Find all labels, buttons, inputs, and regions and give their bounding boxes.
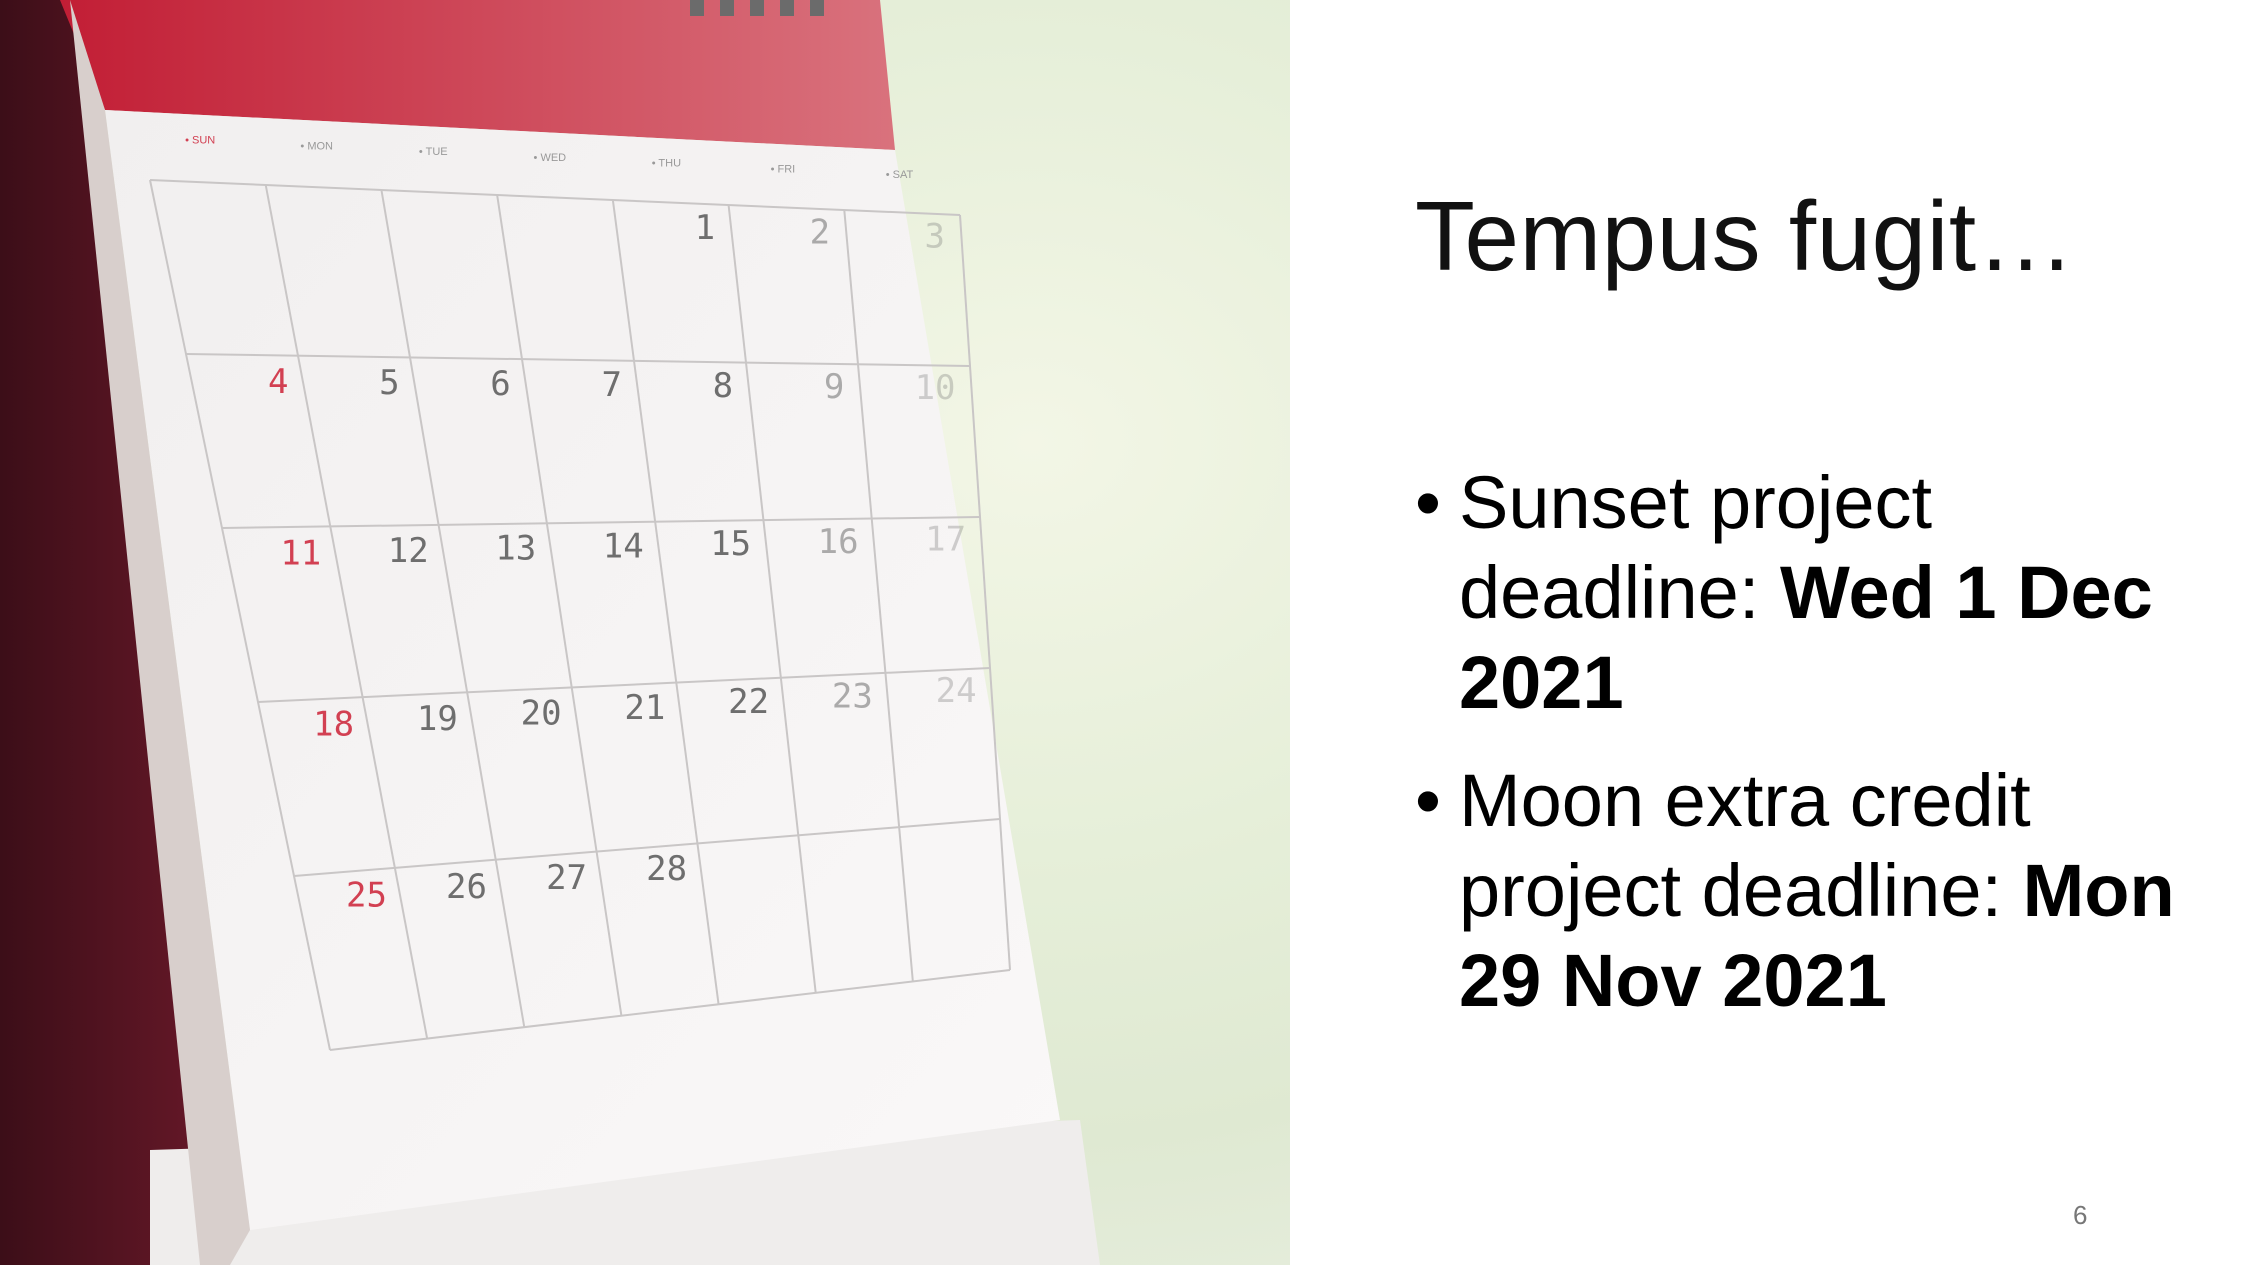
calendar-day-number: 28 [646, 849, 687, 889]
calendar-day-number: 20 [521, 693, 562, 733]
slide-title: Tempus fugit… [1415, 181, 2076, 291]
calendar-day-header: • SUN [185, 135, 215, 147]
calendar-day-number: 2 [810, 212, 830, 252]
calendar-day-number: 18 [313, 705, 354, 745]
calendar-day-number: 7 [601, 365, 621, 405]
calendar-day-number: 8 [713, 366, 733, 406]
calendar-day-header: • MON [300, 140, 333, 152]
calendar-day-number: 24 [936, 671, 977, 711]
calendar-day-number: 15 [710, 524, 751, 564]
slide: • SUN • MON • TUE • WED • THU • FRI • SAT 1234… [0, 0, 2249, 1265]
bullet-glyph: • [1415, 759, 1441, 842]
calendar-day-header: • TUE [419, 146, 448, 158]
bullet-text: Moon extra credit project deadline: [1459, 759, 2031, 932]
calendar-day-number: 3 [924, 217, 944, 257]
bullet-list: • Sunset project deadline: Wed 1 Dec 202… [1415, 458, 2235, 1054]
bullet-item-sunset: • Sunset project deadline: Wed 1 Dec 202… [1415, 458, 2235, 728]
calendar-day-number: 14 [603, 526, 644, 566]
calendar-day-number: 10 [915, 368, 956, 408]
calendar-day-number: 25 [346, 876, 387, 916]
calendar-day-number: 6 [490, 364, 510, 404]
calendar-day-number: 23 [832, 677, 873, 717]
calendar-day-number: 9 [824, 367, 844, 407]
calendar-day-number: 27 [546, 858, 587, 898]
calendar-day-number: 26 [446, 867, 487, 907]
bullet-glyph: • [1415, 461, 1441, 544]
calendar-day-header: • SAT [886, 169, 914, 181]
calendar-day-number: 22 [728, 682, 769, 722]
calendar-day-number: 4 [268, 362, 288, 402]
calendar-photo: • SUN • MON • TUE • WED • THU • FRI • SAT 1234… [0, 0, 1290, 1265]
bullet-item-moon: • Moon extra credit project deadline: Mo… [1415, 756, 2235, 1026]
page-number: 6 [2073, 1200, 2088, 1230]
calendar-day-header: • WED [534, 152, 567, 164]
calendar-day-number: 12 [388, 531, 429, 571]
calendar-day-number: 11 [280, 533, 321, 573]
calendar-day-number: 19 [417, 699, 458, 739]
calendar-day-header: • THU [652, 158, 681, 170]
calendar-day-number: 13 [495, 529, 536, 569]
calendar-day-number: 17 [925, 520, 966, 560]
calendar-day-number: 5 [379, 363, 399, 403]
calendar-day-number: 16 [818, 522, 859, 562]
calendar-illustration: • SUN • MON • TUE • WED • THU • FRI • SAT 1 2 34… [0, 0, 1100, 1265]
calendar-day-number: 21 [624, 688, 665, 728]
calendar-day-header: • FRI [771, 163, 796, 175]
calendar-page [105, 110, 1060, 1230]
calendar-day-number: 1 [695, 208, 715, 248]
